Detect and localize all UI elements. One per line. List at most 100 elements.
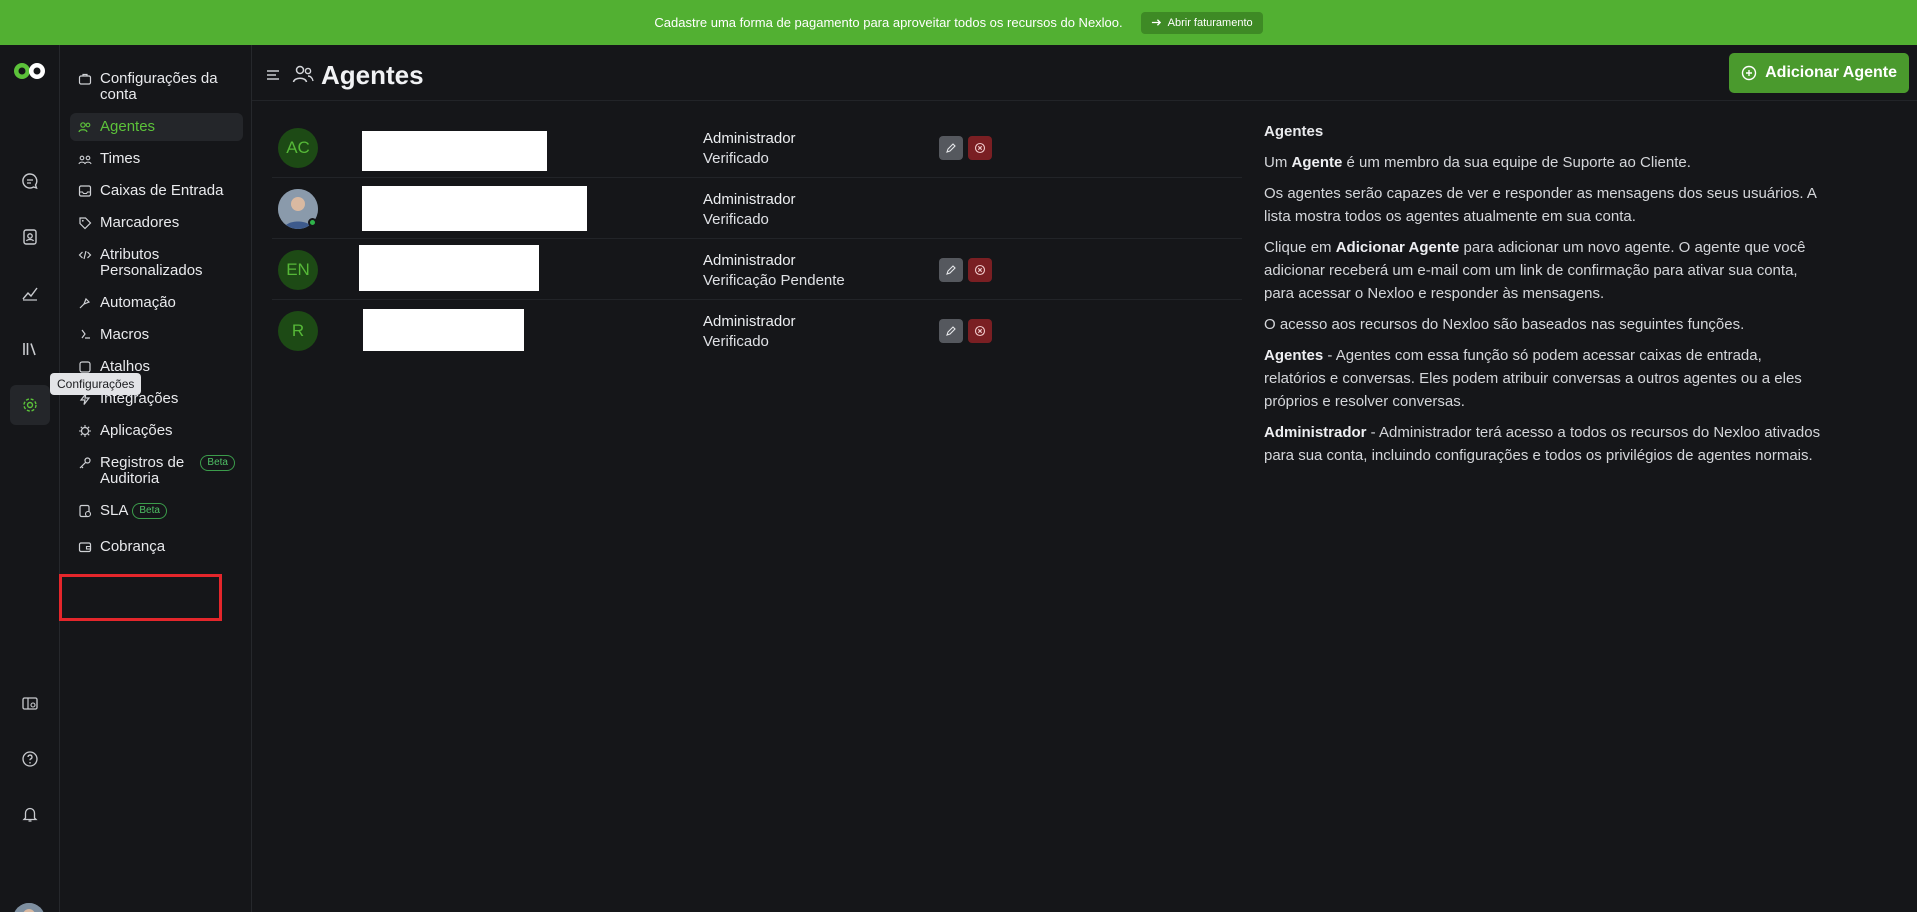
info-paragraph: Um Agente é um membro da sua equipe de S… [1264, 151, 1824, 174]
agent-status: Verificado [703, 211, 769, 228]
info-bold: Agentes [1264, 347, 1324, 364]
agent-avatar: R [278, 311, 318, 351]
dashboard-nav[interactable] [10, 684, 50, 724]
agent-actions [939, 319, 992, 343]
open-billing-button[interactable]: Abrir faturamento [1140, 11, 1263, 34]
info-text: - Agentes com essa função só podem acess… [1264, 347, 1802, 410]
agent-role-block: Administrador Verificação Pendente [703, 251, 845, 291]
sidebar-item-labels[interactable]: Marcadores [70, 209, 243, 237]
arrow-right-icon [1151, 19, 1161, 26]
table-row: Administrador Verificado [272, 178, 1242, 239]
open-billing-label: Abrir faturamento [1167, 16, 1253, 29]
delete-agent-button[interactable] [968, 258, 992, 282]
sidebar-item-label: Agentes [100, 118, 156, 135]
nexloo-logo-icon [14, 63, 45, 79]
apps-icon [79, 425, 91, 437]
sidebar-item-applications[interactable]: Aplicações [70, 417, 243, 445]
banner-message: Cadastre uma forma de pagamento para apr… [654, 15, 1123, 30]
online-status-dot [308, 218, 317, 227]
redacted-agent-info [363, 309, 524, 351]
macro-icon [81, 329, 90, 339]
sidebar-item-automation[interactable]: Automação [70, 289, 243, 317]
conversations-nav[interactable] [10, 161, 50, 201]
sidebar-item-label: Cobrança [100, 538, 166, 555]
bell-icon [22, 807, 38, 822]
settings-icon [23, 398, 37, 412]
close-circle-icon [974, 142, 986, 154]
sidebar-item-label: Macros [100, 326, 150, 343]
settings-tooltip: Configurações [50, 373, 142, 395]
info-paragraph: Os agentes serão capazes de ver e respon… [1264, 185, 1816, 225]
redacted-agent-info [362, 186, 587, 231]
sidebar-item-teams[interactable]: Times [70, 145, 243, 173]
contacts-nav[interactable] [10, 217, 50, 257]
agent-role: Administrador [703, 191, 796, 208]
info-bold: Agente [1291, 154, 1343, 171]
delete-agent-button[interactable] [968, 136, 992, 160]
reports-icon [22, 287, 38, 301]
info-bold: Administrador [1264, 424, 1367, 441]
edit-agent-button[interactable] [939, 319, 963, 343]
users-icon [78, 122, 91, 133]
info-text: Clique em [1264, 239, 1336, 256]
sidebar-item-label: Marcadores [100, 214, 180, 231]
agent-avatar: AC [278, 128, 318, 168]
page-header: Agentes Adicionar Agente [252, 45, 1917, 101]
agent-role-block: Administrador Verificado [703, 312, 796, 352]
agent-status: Verificação Pendente [703, 272, 845, 289]
user-avatar[interactable] [13, 903, 45, 912]
icon-rail [0, 45, 60, 912]
sidebar-item-account-settings[interactable]: Configurações da conta [70, 65, 243, 109]
sidebar-item-label: Caixas de Entrada [100, 182, 224, 199]
menu-toggle-icon[interactable] [266, 69, 280, 81]
delete-agent-button[interactable] [968, 319, 992, 343]
edit-agent-button[interactable] [939, 136, 963, 160]
sidebar-item-label: Automação [100, 294, 176, 311]
shortcut-icon [79, 361, 91, 373]
agent-role: Administrador [703, 130, 796, 147]
sidebar-item-macros[interactable]: Macros [70, 321, 243, 349]
close-circle-icon [974, 264, 986, 276]
sidebar-item-label: Registros de Auditoria [100, 454, 185, 487]
code-icon [78, 250, 92, 260]
notifications-nav[interactable] [10, 794, 50, 834]
sidebar-item-audit-logs[interactable]: Registros de Auditoria Beta [70, 449, 243, 493]
beta-badge: Beta [200, 455, 235, 471]
redacted-agent-info [359, 245, 539, 291]
agent-avatar: EN [278, 250, 318, 290]
sidebar-item-custom-attributes[interactable]: Atributos Personalizados [70, 241, 243, 285]
help-nav[interactable] [10, 739, 50, 779]
sidebar-item-label: SLA [100, 502, 129, 519]
dashboard-icon [22, 697, 38, 710]
help-icon [22, 751, 38, 767]
sidebar-item-label: Configurações da conta [100, 70, 218, 103]
sidebar-item-agents[interactable]: Agentes [70, 113, 243, 141]
settings-nav[interactable] [10, 385, 50, 425]
plus-circle-icon [1741, 65, 1757, 81]
agent-actions [939, 258, 992, 282]
edit-agent-button[interactable] [939, 258, 963, 282]
add-agent-label: Adicionar Agente [1765, 64, 1897, 81]
agent-role-block: Administrador Verificado [703, 190, 796, 230]
table-row: AC Administrador Verificado [272, 117, 1242, 178]
sidebar-item-inboxes[interactable]: Caixas de Entrada [70, 177, 243, 205]
info-paragraph: Clique em Adicionar Agente para adiciona… [1264, 236, 1824, 305]
info-heading: Agentes [1264, 123, 1324, 140]
settings-sidebar: Configurações da conta Agentes Times Cai… [60, 45, 252, 912]
agents-list: AC Administrador Verificado Administrado… [272, 117, 1242, 361]
redacted-agent-info [362, 131, 547, 171]
billing-banner: Cadastre uma forma de pagamento para apr… [0, 0, 1917, 45]
pencil-icon [946, 326, 956, 336]
add-agent-button[interactable]: Adicionar Agente [1729, 53, 1909, 93]
library-nav[interactable] [10, 329, 50, 369]
reports-nav[interactable] [10, 273, 50, 313]
info-bold: Adicionar Agente [1335, 239, 1460, 256]
inbox-icon [78, 185, 92, 197]
agents-info-panel: Agentes Um Agente é um membro da sua equ… [1264, 120, 1824, 475]
chat-icon [22, 173, 38, 190]
table-row: EN Administrador Verificação Pendente [272, 239, 1242, 300]
person-photo-icon [13, 903, 45, 912]
sidebar-item-billing[interactable]: Cobrança [70, 533, 243, 561]
sidebar-item-label: Atributos Personalizados [100, 246, 203, 279]
sidebar-item-sla[interactable]: SLA Beta [70, 497, 243, 525]
